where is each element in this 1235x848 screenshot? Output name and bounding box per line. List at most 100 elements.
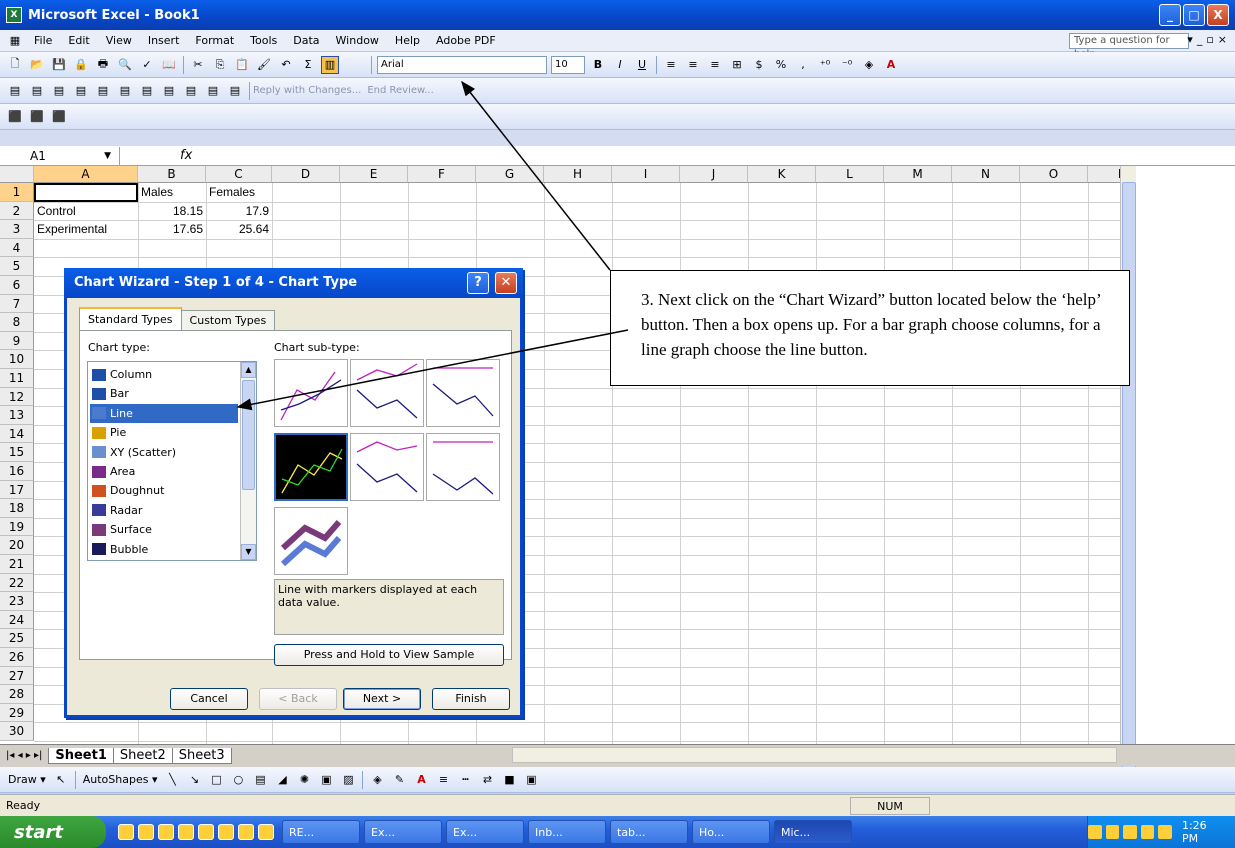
merge-center-icon[interactable]: ⊞: [728, 56, 746, 74]
taskbar-item[interactable]: Ho...: [692, 820, 770, 844]
fill-color-icon[interactable]: ◈: [860, 56, 878, 74]
help-search-input[interactable]: Type a question for help: [1069, 33, 1189, 60]
row-header-8[interactable]: 8: [0, 313, 34, 332]
font-size-select[interactable]: 10: [551, 55, 585, 74]
pdf-icon[interactable]: ⬛: [28, 108, 46, 126]
chart-wizard-icon[interactable]: ▥: [321, 55, 339, 74]
tab-nav-icon[interactable]: |◂ ◂ ▸ ▸|: [0, 750, 48, 761]
cancel-button[interactable]: Cancel: [170, 688, 248, 710]
column-header-M[interactable]: M: [884, 166, 952, 183]
pdf-icon[interactable]: ⬛: [6, 108, 24, 126]
tray-icon[interactable]: [1158, 825, 1172, 839]
select-objects-icon[interactable]: ↖: [52, 771, 70, 789]
cell-C3[interactable]: 25.64: [209, 221, 269, 237]
taskbar-item[interactable]: RE...: [282, 820, 360, 844]
document-window-controls[interactable]: ▾_▫×: [1187, 33, 1231, 46]
list-scrollbar[interactable]: ▲ ▼: [240, 362, 256, 560]
row-header-7[interactable]: 7: [0, 294, 34, 314]
taskbar-item[interactable]: Ex...: [446, 820, 524, 844]
column-header-D[interactable]: D: [272, 166, 340, 183]
quicklaunch-icon[interactable]: [138, 824, 154, 840]
row-header-5[interactable]: 5: [0, 257, 34, 276]
review-icon[interactable]: ▤: [28, 82, 46, 100]
comma-icon[interactable]: ,: [794, 56, 812, 74]
align-center-icon[interactable]: ≡: [684, 56, 702, 74]
review-icon[interactable]: ▤: [204, 82, 222, 100]
chart-type-pie[interactable]: Pie: [90, 423, 238, 442]
row-header-23[interactable]: 23: [0, 592, 34, 611]
chart-type-scatter[interactable]: XY (Scatter): [90, 443, 238, 462]
research-icon[interactable]: 📖: [160, 56, 178, 74]
font-name-select[interactable]: Arial: [377, 55, 547, 74]
column-header-E[interactable]: E: [340, 166, 408, 183]
menu-file[interactable]: File: [26, 34, 60, 47]
row-header-21[interactable]: 21: [0, 555, 34, 574]
chart-type-area[interactable]: Area: [90, 462, 238, 481]
minimize-button[interactable]: _: [1159, 4, 1181, 26]
back-button[interactable]: < Back: [259, 688, 337, 710]
cell-B2[interactable]: 18.15: [141, 203, 203, 219]
chart-subtype-option[interactable]: [274, 359, 348, 427]
column-header-O[interactable]: O: [1020, 166, 1088, 183]
format-painter-icon[interactable]: 🖌: [255, 56, 273, 74]
permission-icon[interactable]: 🔒: [72, 56, 90, 74]
help-icon[interactable]: ?: [467, 272, 489, 294]
bold-icon[interactable]: B: [589, 56, 607, 74]
row-header-10[interactable]: 10: [0, 350, 34, 369]
row-header-17[interactable]: 17: [0, 480, 34, 500]
row-header-11[interactable]: 11: [0, 369, 34, 388]
row-header-29[interactable]: 29: [0, 703, 34, 723]
close-icon[interactable]: ✕: [495, 272, 517, 294]
menu-data[interactable]: Data: [285, 34, 327, 47]
select-all-corner[interactable]: [0, 166, 34, 183]
dash-style-icon[interactable]: ┅: [456, 771, 474, 789]
line-style-icon[interactable]: ≡: [434, 771, 452, 789]
menu-edit[interactable]: Edit: [60, 34, 97, 47]
increase-decimal-icon[interactable]: ⁺⁰: [816, 56, 834, 74]
new-icon[interactable]: 🗋: [6, 56, 24, 74]
menu-adobe-pdf[interactable]: Adobe PDF: [428, 34, 504, 47]
column-header-A[interactable]: A: [34, 166, 138, 183]
menu-window[interactable]: Window: [328, 34, 387, 47]
picture-icon[interactable]: ▨: [339, 771, 357, 789]
quicklaunch-icon[interactable]: [198, 824, 214, 840]
cell-B3[interactable]: 17.65: [141, 221, 203, 237]
chart-type-radar[interactable]: Radar: [90, 501, 238, 520]
review-icon[interactable]: ▤: [138, 82, 156, 100]
copy-icon[interactable]: ⎘: [211, 56, 229, 74]
sum-icon[interactable]: Σ: [299, 56, 317, 74]
align-left-icon[interactable]: ≡: [662, 56, 680, 74]
review-icon[interactable]: ▤: [50, 82, 68, 100]
print-preview-icon[interactable]: 🔍: [116, 56, 134, 74]
italic-icon[interactable]: I: [611, 56, 629, 74]
chart-type-column[interactable]: Column: [90, 365, 238, 384]
fx-icon[interactable]: fx: [120, 148, 200, 163]
column-header-J[interactable]: J: [680, 166, 748, 183]
horizontal-scrollbar[interactable]: [512, 747, 1117, 763]
taskbar-item[interactable]: tab...: [610, 820, 688, 844]
underline-icon[interactable]: U: [633, 56, 651, 74]
tray-icon[interactable]: [1105, 825, 1120, 839]
review-icon[interactable]: ▤: [182, 82, 200, 100]
row-header-14[interactable]: 14: [0, 424, 34, 444]
row-header-6[interactable]: 6: [0, 276, 34, 295]
column-header-F[interactable]: F: [408, 166, 476, 183]
row-header-27[interactable]: 27: [0, 666, 34, 686]
next-button[interactable]: Next >: [343, 688, 421, 710]
open-icon[interactable]: 📂: [28, 56, 46, 74]
tray-icon[interactable]: [1088, 825, 1102, 839]
quicklaunch-icon[interactable]: [218, 824, 234, 840]
row-header-24[interactable]: 24: [0, 610, 34, 630]
tab-sheet2[interactable]: Sheet2: [112, 747, 173, 764]
review-icon[interactable]: ▤: [94, 82, 112, 100]
column-header-B[interactable]: B: [138, 166, 206, 183]
tab-standard-types[interactable]: Standard Types: [79, 307, 182, 330]
pdf-icon[interactable]: ⬛: [50, 108, 68, 126]
start-button[interactable]: start: [0, 816, 106, 848]
row-header-9[interactable]: 9: [0, 331, 34, 351]
finish-button[interactable]: Finish: [432, 688, 510, 710]
quicklaunch-icon[interactable]: [178, 824, 194, 840]
percent-icon[interactable]: %: [772, 56, 790, 74]
shadow-icon[interactable]: ■: [500, 771, 518, 789]
cell-C2[interactable]: 17.9: [209, 203, 269, 219]
